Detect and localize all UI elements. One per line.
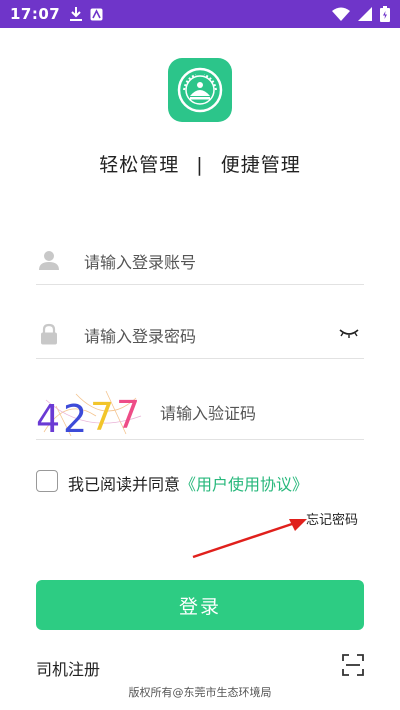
app-logo	[168, 58, 232, 122]
password-input[interactable]: 请输入登录密码	[84, 323, 196, 347]
captcha-digit-3: 7	[90, 395, 114, 438]
slogan-left: 轻松管理	[99, 154, 180, 176]
copyright-text: 版权所有@东莞市生态环境局	[128, 686, 272, 699]
signal-icon	[358, 7, 372, 21]
captcha-digit-2: 2	[63, 397, 87, 438]
captcha-input[interactable]: 请输入验证码	[160, 400, 256, 424]
lock-icon	[41, 323, 57, 345]
captcha-image[interactable]: 4 2 7 7	[36, 386, 146, 438]
captcha-digit-1: 4	[36, 397, 60, 438]
login-button[interactable]: 登录	[36, 580, 364, 630]
agreement-text: 我已阅读并同意《用户使用协议》	[68, 471, 308, 495]
status-bar: 17:07	[0, 0, 400, 28]
download-icon	[70, 7, 83, 21]
environment-emblem-icon	[177, 67, 223, 113]
scan-icon[interactable]	[342, 654, 364, 676]
battery-icon	[380, 6, 390, 22]
account-field[interactable]: 请输入登录账号	[36, 235, 364, 285]
user-agreement-link[interactable]: 《用户使用协议》	[180, 475, 308, 494]
status-time: 17:07	[10, 5, 61, 23]
red-arrow-icon	[192, 519, 307, 559]
password-field[interactable]: 请输入登录密码	[36, 309, 364, 359]
forgot-password-link[interactable]: 忘记密码	[306, 509, 358, 528]
driver-register-link[interactable]: 司机注册	[36, 656, 100, 680]
user-icon	[39, 251, 59, 270]
wifi-icon	[332, 7, 350, 21]
slogan-right: 便捷管理	[220, 154, 301, 176]
agreement-checkbox[interactable]	[36, 470, 58, 492]
eye-closed-icon[interactable]	[338, 325, 360, 341]
app-slogan: 轻松管理 | 便捷管理	[0, 150, 400, 177]
app-icon	[90, 8, 103, 20]
slogan-separator: |	[196, 154, 204, 176]
captcha-digit-4: 7	[116, 393, 140, 437]
captcha-field[interactable]: 4 2 7 7 请输入验证码	[36, 380, 364, 440]
agreement-prefix: 我已阅读并同意	[68, 475, 181, 494]
account-input[interactable]: 请输入登录账号	[84, 249, 196, 273]
